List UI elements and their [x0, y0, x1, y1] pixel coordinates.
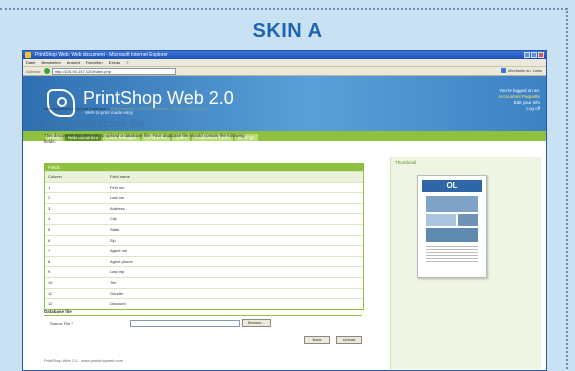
cell-field: Agent phone: [110, 258, 133, 264]
database-file-heading: Database file: [44, 309, 362, 316]
source-file-label: Source File *: [50, 320, 73, 326]
page-title: Upload database file: [44, 118, 145, 130]
table-row: 3 Address: [45, 202, 363, 214]
table-row: 2 Last nm: [45, 192, 363, 203]
menu-file[interactable]: Datei: [26, 60, 35, 65]
cell-field: First nm: [110, 184, 125, 190]
minimize-icon[interactable]: [524, 52, 530, 58]
skin-title: SKIN A: [252, 20, 323, 42]
cell-field: Gender: [110, 290, 124, 296]
table-row: 8 Agent phone: [45, 255, 363, 267]
field-name-header: Field name: [110, 174, 130, 179]
maximize-icon[interactable]: [531, 52, 537, 58]
table-row: 5 State: [45, 223, 363, 235]
cell-column: 4: [48, 216, 51, 222]
address-label: Adresse: [26, 68, 41, 74]
url-input[interactable]: http://216.94.147.120/index.php: [51, 67, 176, 75]
table-row: 12 Discount: [45, 298, 363, 309]
cell-column: 6: [48, 237, 51, 243]
address-tools: Wechseln zu Links: [500, 68, 542, 73]
back-button[interactable]: Back: [304, 336, 330, 344]
source-file-row: Source File * Browse...: [44, 319, 362, 327]
column-header: Column: [48, 174, 62, 179]
address-bar: Adresse http://216.94.147.120/index.php …: [23, 67, 546, 76]
go-label[interactable]: Wechseln zu: [508, 68, 531, 73]
table-row: 6 Zip: [45, 234, 363, 246]
table-header-row: Column Field name: [45, 171, 363, 182]
cell-column: 12: [48, 301, 53, 307]
go-icon[interactable]: [500, 68, 506, 73]
cell-field: Discount: [110, 301, 126, 307]
ie-icon: [25, 52, 31, 58]
cell-column: 2: [48, 195, 51, 201]
cell-column: 1: [48, 184, 51, 190]
cell-field: City: [110, 216, 117, 222]
page-icon: [43, 68, 50, 74]
form-actions: Back Upload: [44, 336, 362, 344]
table-row: 11 Gender: [45, 287, 363, 299]
brand-name: PrintShop Web 2.0: [83, 88, 234, 108]
cell-field: Address: [110, 205, 125, 211]
dotted-border-top: [0, 8, 567, 10]
main-content: Upload database file This document requi…: [44, 118, 369, 363]
menu-view[interactable]: Ansicht: [67, 60, 80, 65]
menu-tools[interactable]: Extras: [109, 60, 120, 65]
cell-column: 8: [48, 258, 51, 264]
menu-favorites[interactable]: Favoriten: [86, 60, 103, 65]
table-row: 10 Tier: [45, 276, 363, 288]
cell-field: Last trip: [110, 269, 125, 275]
cell-column: 3: [48, 205, 51, 211]
menu-edit[interactable]: Bearbeiten: [41, 60, 60, 65]
table-row: 7 Agent nm: [45, 245, 363, 256]
log-off-link[interactable]: Log off: [498, 106, 540, 112]
fields-caption: Fields: [45, 164, 363, 171]
table-row: 4 City: [45, 213, 363, 224]
menu-help[interactable]: ?: [126, 60, 128, 65]
table-row: 9 Last trip: [45, 266, 363, 277]
cell-column: 9: [48, 269, 51, 275]
printshop-logo-icon: [47, 89, 75, 117]
table-row: 1 First nm: [45, 181, 363, 193]
source-file-input[interactable]: [130, 319, 240, 327]
cell-field: Tier: [110, 279, 117, 285]
cell-column: 10: [48, 279, 53, 285]
page-intro: This document requires you to upload a d…: [44, 133, 245, 144]
upload-button[interactable]: Upload: [336, 336, 362, 344]
page-footer: PrintShop Web 2.0 - www.printshopweb.com: [44, 358, 124, 363]
cell-column: 11: [48, 290, 53, 296]
cell-field: State: [110, 226, 120, 232]
cell-column: 5: [48, 226, 51, 232]
cell-column: 7: [48, 248, 51, 254]
fields-table: Fields Column Field name 1 First nm 2 Last…: [44, 163, 364, 310]
browse-button[interactable]: Browse...: [242, 319, 271, 327]
browser-menu: Datei Bearbeiten Ansicht Favoriten Extra…: [23, 59, 546, 67]
window-controls: [524, 52, 544, 58]
brand-tagline: Web-to-print made easy: [85, 110, 133, 115]
cell-field: Zip: [110, 237, 116, 243]
browser-titlebar: PrintShop Web: Web document - Microsoft …: [23, 51, 546, 59]
dotted-border-right: [566, 8, 568, 369]
cell-field: Last nm: [110, 195, 125, 201]
close-icon[interactable]: [538, 52, 544, 58]
links-label[interactable]: Links: [533, 68, 542, 73]
cell-field: Agent nm: [110, 248, 128, 254]
browser-title: PrintShop Web: Web document - Microsoft …: [35, 52, 168, 58]
database-file-section: Database file Source File * Browse...: [44, 309, 362, 327]
login-box: You're logged on as: Accountant Paquette…: [498, 88, 540, 112]
